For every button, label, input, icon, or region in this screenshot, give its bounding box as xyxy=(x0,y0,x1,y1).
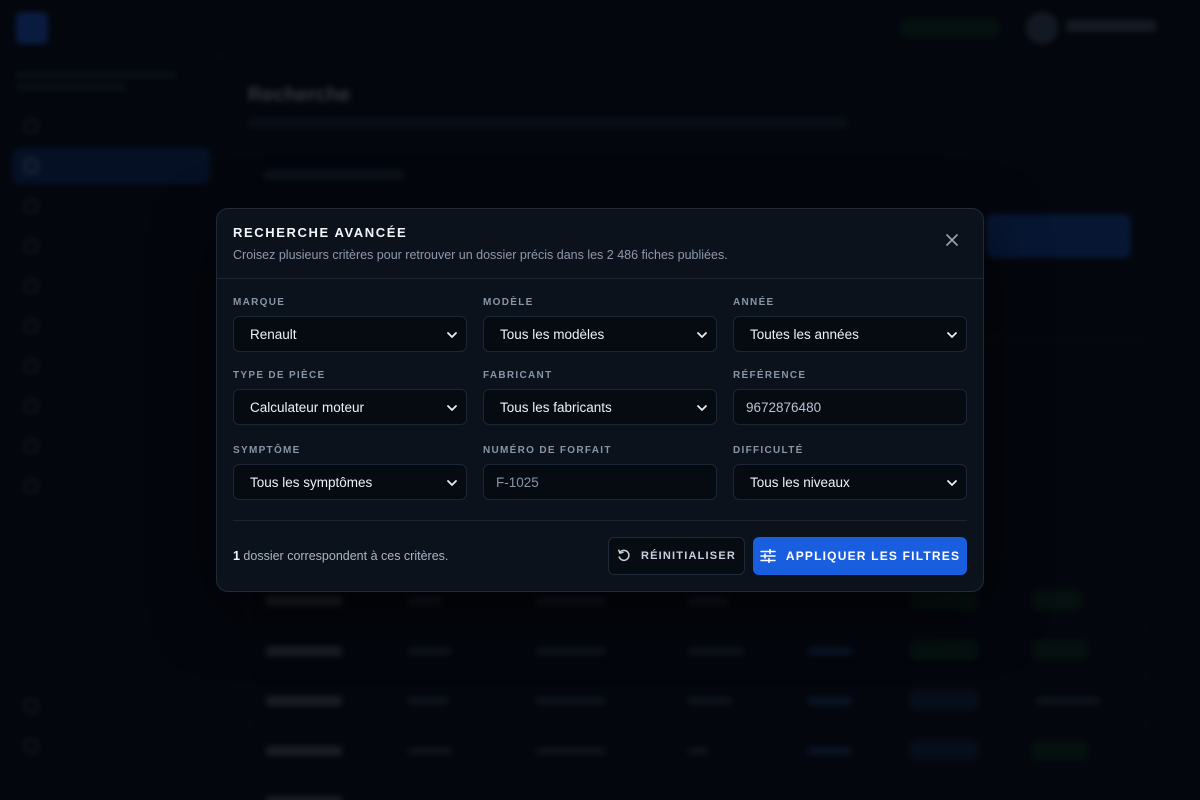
close-button[interactable] xyxy=(939,227,965,253)
modele-select-value: Tous les modèles xyxy=(500,326,605,342)
difficulte-select[interactable]: Tous les niveaux xyxy=(733,464,967,500)
annee-select[interactable]: Toutes les années xyxy=(733,316,967,352)
forfait-label: NUMÉRO DE FORFAIT xyxy=(483,445,612,456)
modal-divider xyxy=(233,520,967,521)
close-icon xyxy=(946,234,958,246)
apply-filters-label: APPLIQUER LES FILTRES xyxy=(785,549,961,563)
chevron-down-icon xyxy=(447,405,457,411)
chevron-down-icon xyxy=(447,332,457,338)
reset-button[interactable]: RÉINITIALISER xyxy=(608,537,745,575)
reset-icon xyxy=(618,549,630,561)
chevron-down-icon xyxy=(697,332,707,338)
forfait-input[interactable] xyxy=(483,464,717,500)
chevron-down-icon xyxy=(947,480,957,486)
modal-header: RECHERCHE AVANCÉE Croisez plusieurs crit… xyxy=(217,209,983,279)
reference-label: RÉFÉRENCE xyxy=(733,370,807,381)
result-count-text: 1 dossier correspondent à ces critères. xyxy=(233,549,448,563)
result-suffix: dossier correspondent à ces critères. xyxy=(239,549,449,563)
chevron-down-icon xyxy=(447,480,457,486)
modal-title: RECHERCHE AVANCÉE xyxy=(233,225,408,240)
marque-select[interactable]: Renault xyxy=(233,316,467,352)
modele-label: MODÈLE xyxy=(483,297,534,308)
apply-filters-button[interactable]: APPLIQUER LES FILTRES xyxy=(753,537,967,575)
result-count: 1 xyxy=(233,549,240,563)
type-piece-select-value: Calculateur moteur xyxy=(250,399,365,415)
fabricant-select[interactable]: Tous les fabricants xyxy=(483,389,717,425)
marque-select-value: Renault xyxy=(250,326,297,342)
reset-button-label: RÉINITIALISER xyxy=(640,550,737,562)
marque-label: MARQUE xyxy=(233,297,286,308)
chevron-down-icon xyxy=(947,332,957,338)
symptome-label: SYMPTÔME xyxy=(233,445,301,456)
advanced-search-modal: RECHERCHE AVANCÉE Croisez plusieurs crit… xyxy=(216,208,984,592)
type-piece-select[interactable]: Calculateur moteur xyxy=(233,389,467,425)
fabricant-select-value: Tous les fabricants xyxy=(500,399,612,415)
fabricant-label: FABRICANT xyxy=(483,370,553,381)
difficulte-label: DIFFICULTÉ xyxy=(733,445,804,456)
annee-label: ANNÉE xyxy=(733,297,775,308)
reference-input[interactable] xyxy=(733,389,967,425)
modal-subtitle: Croisez plusieurs critères pour retrouve… xyxy=(233,248,728,262)
modele-select[interactable]: Tous les modèles xyxy=(483,316,717,352)
type-piece-label: TYPE DE PIÈCE xyxy=(233,370,326,381)
symptome-select-value: Tous les symptômes xyxy=(250,474,373,490)
annee-select-value: Toutes les années xyxy=(750,326,859,342)
sliders-icon xyxy=(760,549,776,563)
symptome-select[interactable]: Tous les symptômes xyxy=(233,464,467,500)
difficulte-select-value: Tous les niveaux xyxy=(750,474,850,490)
chevron-down-icon xyxy=(697,405,707,411)
